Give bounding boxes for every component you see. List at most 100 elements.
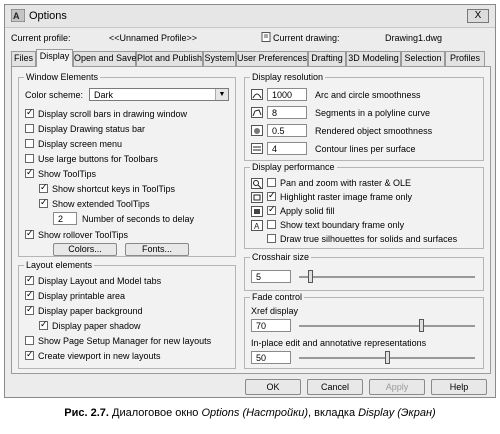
checkbox-large-buttons[interactable]: Use large buttons for Toolbars <box>25 154 158 166</box>
checkbox-label: Pan and zoom with raster & OLE <box>280 178 412 188</box>
checkbox-rollover-tooltips[interactable]: Show rollover ToolTips <box>25 228 129 242</box>
inplace-edit-slider[interactable] <box>299 351 475 365</box>
tab-display[interactable]: Display <box>36 49 73 67</box>
inplace-edit-label: In-place edit and annotative representat… <box>251 338 427 348</box>
close-button[interactable]: X <box>467 9 489 23</box>
checkbox-page-setup-manager[interactable]: Show Page Setup Manager for new layouts <box>25 336 211 348</box>
checkbox-box[interactable] <box>25 349 34 360</box>
checkbox-screen-menu[interactable]: Display screen menu <box>25 139 122 151</box>
ok-button[interactable]: OK <box>245 379 301 395</box>
arc-smoothness-input[interactable]: 1000 <box>267 88 307 101</box>
checkbox-text-boundary-frame[interactable]: Show text boundary frame only <box>267 220 404 232</box>
tab-files[interactable]: Files <box>11 51 36 66</box>
checkbox-label: Show shortcut keys in ToolTips <box>52 184 176 194</box>
caption-italic-2: Display (Экран) <box>358 407 436 419</box>
tab-system[interactable]: System <box>203 51 236 66</box>
tooltip-delay-label: Number of seconds to delay <box>82 214 195 224</box>
caption-text-2: , вкладка <box>308 407 359 419</box>
crosshair-size-input[interactable]: 5 <box>251 270 291 283</box>
slider-thumb[interactable] <box>385 351 390 364</box>
polyline-segments-input[interactable]: 8 <box>267 106 307 119</box>
checkbox-box[interactable] <box>25 107 34 118</box>
checkbox-box[interactable] <box>267 178 276 187</box>
checkbox-printable-area[interactable]: Display printable area <box>25 289 125 303</box>
checkbox-shortcut-keys[interactable]: Show shortcut keys in ToolTips <box>39 182 176 196</box>
rendered-smoothness-input[interactable]: 0.5 <box>267 124 307 137</box>
checkbox-box[interactable] <box>25 289 34 300</box>
tab-profiles[interactable]: Profiles <box>445 51 485 66</box>
checkbox-box[interactable] <box>39 197 48 208</box>
inplace-edit-input[interactable]: 50 <box>251 351 291 364</box>
contour-lines-input[interactable]: 4 <box>267 142 307 155</box>
checkbox-paper-background[interactable]: Display paper background <box>25 304 143 318</box>
options-dialog: A Options X Current profile: <<Unnamed P… <box>4 4 496 398</box>
checkbox-box[interactable] <box>25 304 34 315</box>
checkbox-drawing-status-bar[interactable]: Display Drawing status bar <box>25 124 145 136</box>
crosshair-size-slider[interactable] <box>299 270 475 284</box>
apply-button[interactable]: Apply <box>369 379 425 395</box>
display-resolution-group: Display resolution 1000 Arc and circle s… <box>244 72 484 161</box>
checkbox-scroll-bars[interactable]: Display scroll bars in drawing window <box>25 107 187 121</box>
display-performance-group: Display performance Pan and zoom with ra… <box>244 162 484 249</box>
tab-plot-and-publish[interactable]: Plot and Publish <box>136 51 203 66</box>
slider-thumb[interactable] <box>419 319 424 332</box>
checkbox-box[interactable] <box>39 182 48 193</box>
rendered-smoothness-label: Rendered object smoothness <box>315 126 433 136</box>
drawing-icon <box>261 32 271 42</box>
display-performance-title: Display performance <box>250 162 337 172</box>
tooltip-delay-input[interactable]: 2 <box>53 212 77 225</box>
tab-open-and-save[interactable]: Open and Save <box>73 51 137 66</box>
fonts-button[interactable]: Fonts... <box>125 243 189 256</box>
checkbox-box[interactable] <box>25 167 34 178</box>
checkbox-box[interactable] <box>267 220 276 229</box>
current-drawing-value: Drawing1.dwg <box>385 33 443 43</box>
checkbox-box[interactable] <box>25 139 34 148</box>
checkbox-box[interactable] <box>25 274 34 285</box>
contour-lines-icon <box>251 143 263 154</box>
tab-selection[interactable]: Selection <box>401 51 445 66</box>
help-button[interactable]: Help <box>431 379 487 395</box>
checkbox-box[interactable] <box>267 204 276 215</box>
checkbox-label: Show rollover ToolTips <box>38 230 129 240</box>
chevron-down-icon[interactable]: ▼ <box>215 89 228 100</box>
checkbox-true-silhouettes[interactable]: Draw true silhouettes for solids and sur… <box>267 234 457 246</box>
checkbox-label: Display Layout and Model tabs <box>38 276 162 286</box>
colors-button[interactable]: Colors... <box>53 243 117 256</box>
caption-text-1: Диалоговое окно <box>108 407 202 419</box>
checkbox-extended-tooltips[interactable]: Show extended ToolTips <box>39 197 150 211</box>
checkbox-label: Draw true silhouettes for solids and sur… <box>280 234 458 244</box>
slider-track <box>299 325 475 327</box>
checkbox-layout-model-tabs[interactable]: Display Layout and Model tabs <box>25 274 162 288</box>
checkbox-apply-solid-fill[interactable]: Apply solid fill <box>267 204 335 218</box>
slider-track <box>299 276 475 278</box>
checkbox-box[interactable] <box>25 336 34 345</box>
checkbox-pan-zoom-raster[interactable]: Pan and zoom with raster & OLE <box>267 178 411 190</box>
xref-display-input[interactable]: 70 <box>251 319 291 332</box>
tab-3d-modeling[interactable]: 3D Modeling <box>346 51 401 66</box>
checkbox-highlight-raster-frame[interactable]: Highlight raster image frame only <box>267 190 413 204</box>
tab-user-preferences[interactable]: User Preferences <box>236 51 308 66</box>
checkbox-box[interactable] <box>25 154 34 163</box>
tab-drafting[interactable]: Drafting <box>308 51 346 66</box>
title-bar: A Options X <box>5 5 495 28</box>
checkbox-show-tooltips[interactable]: Show ToolTips <box>25 167 96 181</box>
color-scheme-select[interactable]: Dark ▼ <box>89 88 229 101</box>
checkbox-box[interactable] <box>267 234 276 243</box>
checkbox-paper-shadow[interactable]: Display paper shadow <box>39 319 141 333</box>
checkbox-box[interactable] <box>267 190 276 201</box>
raster-frame-icon <box>251 192 263 203</box>
window-elements-group: Window Elements Color scheme: Dark ▼ Dis… <box>18 72 236 257</box>
checkbox-box[interactable] <box>25 124 34 133</box>
cancel-button[interactable]: Cancel <box>307 379 363 395</box>
checkbox-box[interactable] <box>25 228 34 239</box>
checkbox-create-viewport[interactable]: Create viewport in new layouts <box>25 349 161 363</box>
color-scheme-label: Color scheme: <box>25 90 84 100</box>
xref-display-slider[interactable] <box>299 319 475 333</box>
slider-thumb[interactable] <box>308 270 313 283</box>
layout-elements-group: Layout elements Display Layout and Model… <box>18 260 236 369</box>
crosshair-size-group: Crosshair size 5 <box>244 252 484 291</box>
checkbox-label: Highlight raster image frame only <box>280 192 413 202</box>
crosshair-size-title: Crosshair size <box>250 252 312 262</box>
checkbox-box[interactable] <box>39 319 48 330</box>
display-resolution-title: Display resolution <box>250 72 326 82</box>
